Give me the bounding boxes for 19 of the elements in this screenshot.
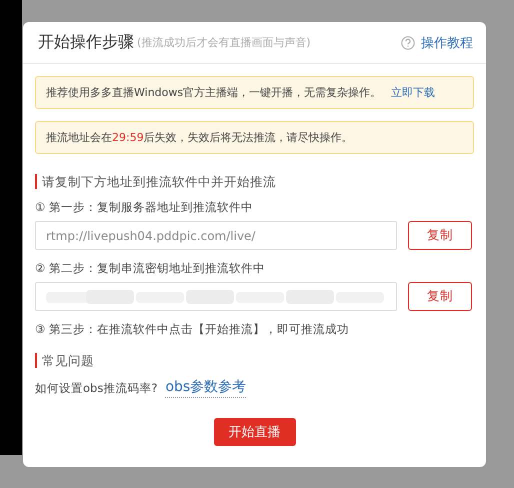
input-field[interactable] (35, 282, 397, 311)
step-label: ③ 第三步：在推流软件中点击【开始推流】，即可推流成功 (35, 322, 350, 337)
input-field[interactable]: rtmp://livepush04.pddpic.com/live/ (35, 221, 397, 250)
section-heading: 常见问题 (35, 353, 474, 368)
copy-button[interactable]: 复制 (408, 221, 472, 250)
dialog-title: 开始操作步骤 (38, 32, 134, 53)
section-heading: 请复制下方地址到推流软件中并开始推流 (35, 174, 474, 189)
download-link[interactable]: 立即下载 (391, 85, 436, 100)
step-label: ① 第一步：复制服务器地址到推流软件中 (35, 200, 254, 215)
dialog-subtitle: (推流成功后才会有直播画面与声音) (137, 35, 312, 50)
faq-question: 如何设置obs推流码率? (35, 380, 158, 396)
copy-button[interactable]: 复制 (408, 282, 472, 311)
help-icon (401, 36, 415, 50)
notice-text: 推流地址会在29:59后失效，失效后将无法推流，请尽快操作。 (46, 130, 353, 145)
notice-text: 推荐使用多多直播Windows官方主播端，一键开播，无需复杂操作。 (46, 85, 382, 100)
start-live-button[interactable]: 开始直播 (214, 418, 296, 446)
faq-link[interactable]: obs参数参考 (165, 378, 246, 398)
help-link[interactable]: 操作教程 (401, 34, 473, 52)
step-label: ② 第二步：复制串流密钥地址到推流软件中 (35, 261, 266, 276)
